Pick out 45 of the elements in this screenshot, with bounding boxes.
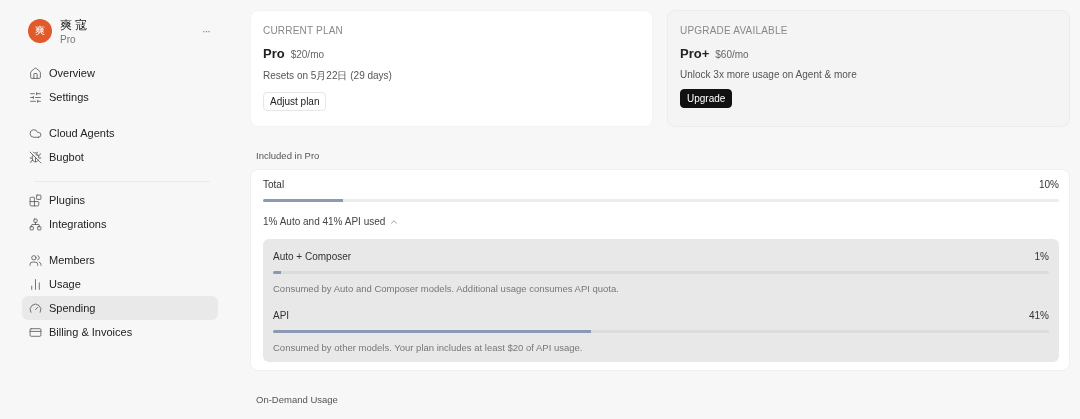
section-heading: On-Demand Usage (256, 394, 339, 405)
sidebar-item[interactable]: Overview (22, 61, 218, 85)
sidebar-item[interactable]: Usage (22, 272, 218, 296)
plan-note: Unlock 3x more usage on Agent & more (680, 69, 857, 80)
breakdown-toggle[interactable]: 1% Auto and 41% API used (263, 216, 400, 227)
sidebar-item[interactable]: Bugbot (22, 145, 218, 169)
user-name: 爽 寇 (60, 17, 89, 34)
plan-price: $60/mo (715, 49, 749, 60)
cloud-icon (29, 126, 42, 140)
plan-note: Resets on 5月22日 (29 days) (263, 69, 392, 83)
bug-icon (29, 150, 42, 164)
usage-label: API (273, 310, 290, 321)
avatar: 爽 (28, 19, 52, 43)
blocks-icon (29, 193, 42, 207)
card-eyebrow: CURRENT PLAN (263, 25, 343, 36)
adjust-plan-button[interactable]: Adjust plan (263, 92, 327, 111)
sidebar-item[interactable]: Plugins (22, 188, 218, 212)
usage-label: Total (263, 179, 285, 190)
usage-note: Consumed by other models. Your plan includes at least $20 of API usage. (273, 342, 584, 353)
sidebar-item[interactable]: Integrations (22, 212, 218, 236)
plan-price: $20/mo (290, 49, 325, 60)
plan-name: Pro+ (680, 46, 710, 61)
usage-reading: 1% (1034, 251, 1049, 262)
sidebar-item[interactable]: Billing & Invoices (22, 320, 218, 344)
sidebar-item[interactable]: Members (22, 248, 218, 272)
usage-reading: 41% (1029, 310, 1049, 321)
sidebar-item[interactable]: Settings (22, 85, 218, 109)
usage-label: Auto + Composer (273, 251, 352, 262)
users-icon (29, 253, 42, 267)
sliders-icon (29, 90, 42, 104)
home-icon (29, 66, 42, 80)
bar-chart-icon (29, 277, 42, 291)
usage-note: Consumed by Auto and Composer models. Additional usage consumes API quota. (273, 283, 620, 294)
gauge-icon (29, 301, 42, 315)
card-icon (29, 325, 42, 339)
plan-name: Pro (263, 46, 285, 61)
plan-label: Pro (60, 34, 77, 45)
usage-reading: 10% (1039, 179, 1059, 190)
sidebar-item[interactable]: Spending (22, 296, 218, 320)
section-heading: Included in Pro (256, 150, 321, 161)
upgrade-button[interactable]: Upgrade (680, 89, 733, 108)
more-button[interactable]: ··· (194, 25, 218, 37)
sidebar-item[interactable]: Cloud Agents (22, 121, 218, 145)
network-icon (29, 217, 42, 231)
card-eyebrow: UPGRADE AVAILABLE (680, 25, 788, 36)
